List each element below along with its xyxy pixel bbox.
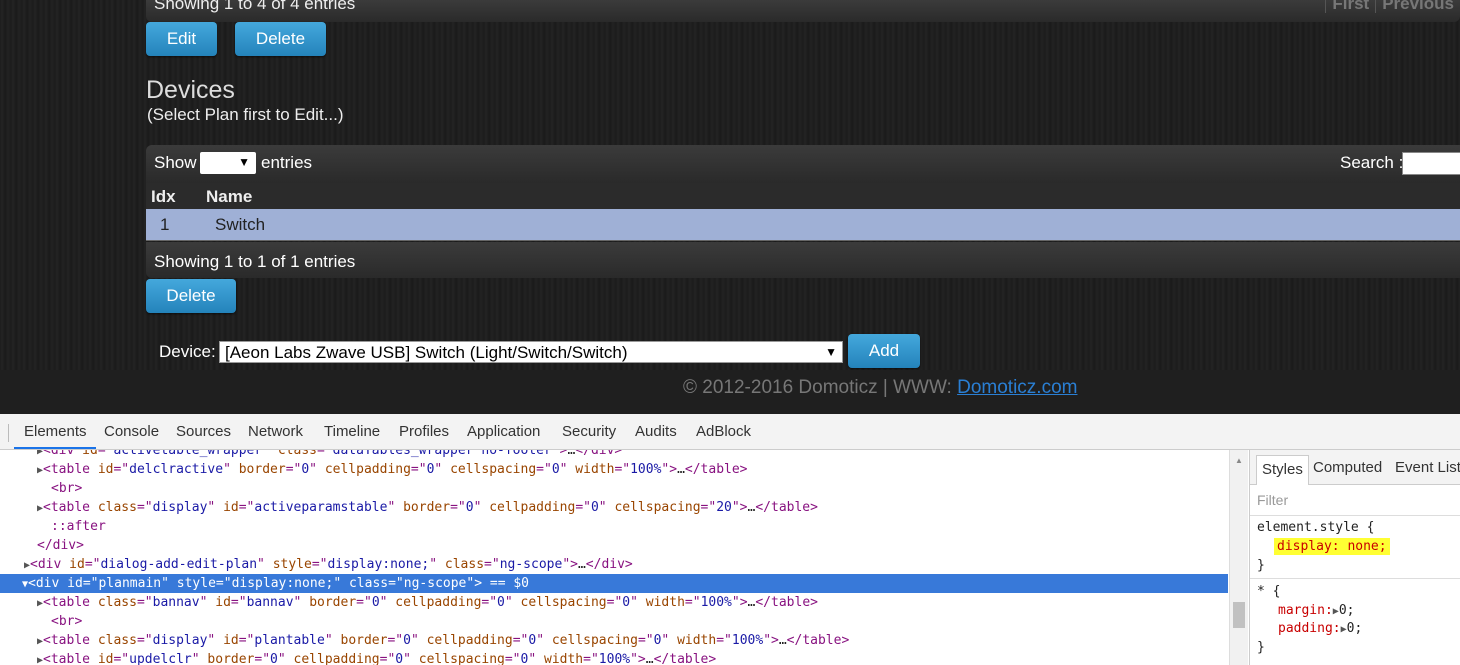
divider	[1250, 578, 1460, 579]
chevron-down-icon: ▼	[238, 155, 250, 169]
edit-plan-button[interactable]: Edit	[146, 22, 217, 56]
highlighted-declaration: display: none;	[1274, 538, 1390, 555]
divider	[1250, 515, 1460, 516]
dom-node[interactable]: ▶<div id="dialog-add-edit-plan" style="d…	[24, 555, 1228, 574]
dom-node[interactable]: <br>	[51, 612, 1228, 631]
dom-marker: == $0	[489, 576, 530, 591]
devices-table-footer: Showing 1 to 1 of 1 entries	[146, 242, 1460, 278]
search-input[interactable]	[1402, 152, 1460, 175]
entries-per-page-select[interactable]: ▼	[200, 152, 256, 174]
add-device-button[interactable]: Add	[848, 334, 920, 368]
cell-name: Switch	[215, 215, 266, 234]
close-brace: }	[1257, 558, 1265, 573]
dom-tree-scrollbar[interactable]: ▲	[1229, 450, 1248, 665]
tab-security[interactable]: Security	[562, 423, 616, 440]
copyright-label: © 2012-2016 Domoticz | WWW:	[683, 377, 958, 398]
column-header-idx[interactable]: Idx	[151, 187, 176, 207]
element-style-selector: element.style {	[1257, 520, 1375, 535]
dom-node[interactable]: ▶<table id="delclractive" border="0" cel…	[37, 460, 1228, 479]
dom-node[interactable]: ▶<table class="display" id="activeparams…	[37, 498, 1228, 517]
devices-table-info: Showing 1 to 1 of 1 entries	[154, 252, 356, 271]
styles-pane: Styles Computed Event Liste Filter eleme…	[1249, 450, 1460, 665]
page-footer: © 2012-2016 Domoticz | WWW: Domoticz.com	[0, 370, 1460, 414]
dom-node[interactable]: ▶<div id="activetable_wrapper" class="da…	[37, 450, 1228, 460]
dom-node[interactable]: <br>	[51, 479, 1228, 498]
padding-prop: padding:	[1278, 621, 1341, 636]
device-label: Device:	[159, 342, 216, 361]
tab-separator	[8, 424, 9, 442]
active-tab-indicator	[14, 447, 96, 449]
dom-node[interactable]: ::after	[51, 517, 1228, 536]
tab-audits[interactable]: Audits	[635, 423, 677, 440]
column-header-name[interactable]: Name	[206, 187, 252, 207]
devices-table-header: Idx Name	[146, 183, 1460, 209]
element-style-declaration[interactable]: display: none;	[1274, 538, 1390, 555]
scrollbar-thumb[interactable]	[1233, 602, 1245, 628]
plans-pager: First Previous	[1325, 0, 1460, 14]
dom-tree[interactable]: ▶<div id="activetable_wrapper" class="da…	[0, 450, 1228, 665]
cell-idx: 1	[160, 215, 170, 234]
copyright-text: © 2012-2016 Domoticz | WWW: Domoticz.com	[683, 377, 1077, 399]
pager-previous-button[interactable]: Previous	[1375, 0, 1460, 13]
chevron-down-icon: ▼	[825, 345, 837, 359]
tab-profiles[interactable]: Profiles	[399, 423, 449, 440]
tab-event-listeners[interactable]: Event Liste	[1395, 459, 1460, 476]
dom-node-selected[interactable]: ▼<div id="planmain" style="display:none;…	[0, 574, 1228, 593]
dom-node[interactable]: ▶<table id="updelclr" border="0" cellpad…	[37, 650, 1228, 665]
scroll-up-icon[interactable]: ▲	[1235, 456, 1243, 465]
delete-plan-button[interactable]: Delete	[235, 22, 326, 56]
padding-value: 0;	[1346, 621, 1363, 636]
search-label: Search :	[1340, 153, 1404, 172]
tab-application[interactable]: Application	[467, 423, 540, 440]
tab-elements[interactable]: Elements	[24, 423, 87, 440]
margin-value: 0;	[1338, 603, 1355, 618]
tab-console[interactable]: Console	[104, 423, 159, 440]
devtools-tabbar: Elements Console Sources Network Timelin…	[0, 414, 1460, 450]
padding-declaration[interactable]: padding:▶0;	[1278, 621, 1362, 636]
styles-tabbar: Styles Computed Event Liste	[1250, 450, 1460, 485]
entries-label: entries	[261, 153, 313, 172]
universal-selector: * {	[1257, 584, 1281, 599]
tab-styles[interactable]: Styles	[1256, 455, 1309, 485]
domoticz-app: Showing 1 to 4 of 4 entries First Previou…	[0, 0, 1460, 414]
plans-table-footer: Showing 1 to 4 of 4 entries First Previou…	[146, 0, 1460, 22]
margin-declaration[interactable]: margin:▶0;	[1278, 603, 1354, 618]
devtools-panel: Elements Console Sources Network Timelin…	[0, 414, 1460, 665]
dom-node[interactable]: ▶<table class="display" id="plantable" b…	[37, 631, 1228, 650]
dom-node[interactable]: </div>	[37, 536, 1228, 555]
devices-table-controls: Show ▼ entries Search :	[146, 145, 1460, 183]
pager-first-button[interactable]: First	[1325, 0, 1376, 13]
tab-adblock[interactable]: AdBlock	[696, 423, 751, 440]
tab-sources[interactable]: Sources	[176, 423, 231, 440]
device-select[interactable]: [Aeon Labs Zwave USB] Switch (Light/Swit…	[219, 341, 843, 363]
tab-computed[interactable]: Computed	[1313, 459, 1382, 476]
devices-subtitle: (Select Plan first to Edit...)	[147, 105, 344, 124]
plans-table-info: Showing 1 to 4 of 4 entries	[154, 0, 356, 13]
tab-network[interactable]: Network	[248, 423, 303, 440]
close-brace: }	[1257, 640, 1265, 655]
margin-prop: margin:	[1278, 603, 1333, 618]
delete-device-button[interactable]: Delete	[146, 279, 236, 313]
tab-timeline[interactable]: Timeline	[324, 423, 380, 440]
devices-title: Devices	[146, 76, 235, 104]
dom-node[interactable]: ▶<table class="bannav" id="bannav" borde…	[37, 593, 1228, 612]
styles-filter-input[interactable]: Filter	[1257, 492, 1288, 508]
device-select-value: [Aeon Labs Zwave USB] Switch (Light/Swit…	[225, 343, 628, 362]
table-row[interactable]: 1 Switch	[146, 209, 1460, 241]
domoticz-link[interactable]: Domoticz.com	[957, 377, 1077, 398]
show-label: Show	[154, 153, 197, 172]
